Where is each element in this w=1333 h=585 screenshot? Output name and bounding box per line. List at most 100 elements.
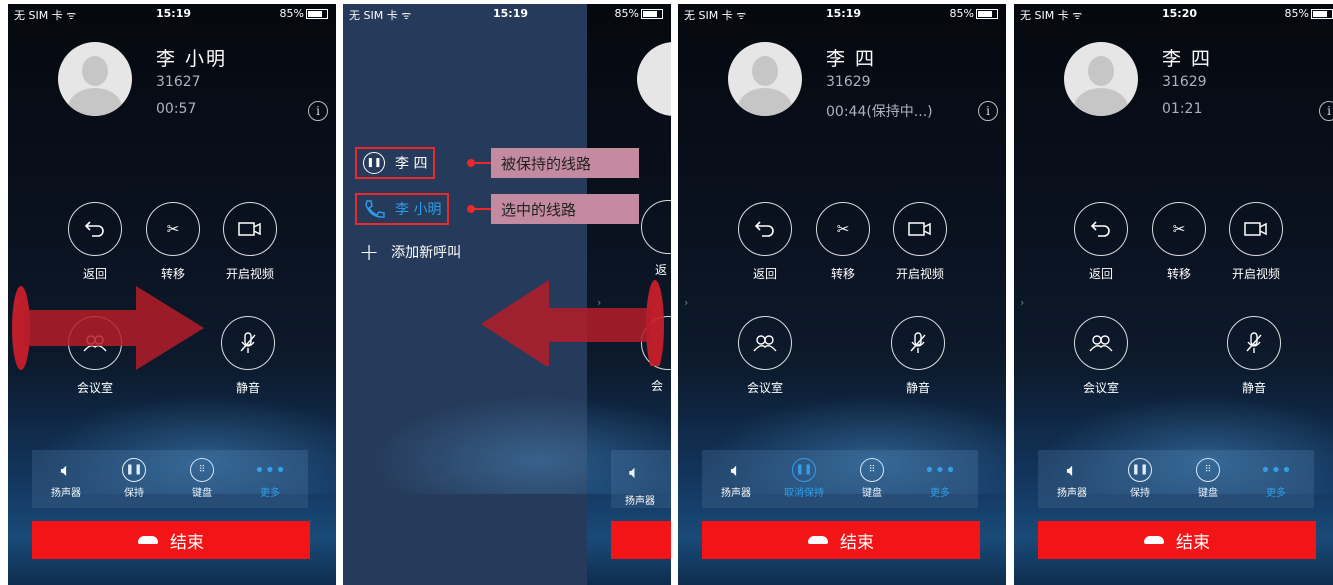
callout-connector: [467, 159, 491, 167]
caller-number: 31629: [1162, 74, 1207, 90]
status-bar: 无 SIM 卡 ᯤ 15:20 85%: [1014, 4, 1333, 24]
keypad-button[interactable]: ⠿ 键盘: [1178, 456, 1238, 499]
video-button[interactable]: 开启视频: [1216, 202, 1296, 282]
video-label: 开启视频: [1231, 267, 1280, 281]
keypad-button[interactable]: ⠿ 键盘: [172, 456, 232, 499]
back-button[interactable]: 返回: [55, 202, 135, 282]
transfer-button[interactable]: ✂ 转移: [1139, 202, 1219, 282]
info-icon[interactable]: i: [308, 101, 328, 121]
more-button[interactable]: ••• 更多: [910, 456, 970, 500]
status-bar: 无 SIM 卡 ᯤ 15:19 85%: [343, 4, 671, 24]
conference-label: 会议室: [76, 381, 113, 395]
line-item-held[interactable]: ❚❚ 李 四: [355, 147, 436, 179]
keypad-button[interactable]: ⠿ 键盘: [842, 456, 902, 499]
conference-icon: [738, 316, 792, 370]
status-bar: 无 SIM 卡 ᯤ 15:19 85%: [8, 4, 336, 24]
mute-button[interactable]: 静音: [1214, 316, 1294, 396]
transfer-label: 转移: [830, 267, 855, 281]
mute-button[interactable]: 静音: [208, 316, 288, 396]
transfer-label: 转移: [1166, 267, 1191, 281]
call-screen-1: 无 SIM 卡 ᯤ 15:19 85% 李 小明 31627 00:57 i 返…: [8, 4, 336, 585]
more-label: 更多: [1266, 488, 1286, 499]
speaker-button[interactable]: 🔈︎ 扬声器: [706, 456, 766, 500]
mic-off-icon: [891, 316, 945, 370]
line-name: 李 四: [395, 156, 428, 172]
unhold-button[interactable]: ❚❚ 取消保持: [774, 456, 834, 499]
end-call-button[interactable]: 结束: [702, 521, 980, 559]
line-name: 李 小明: [395, 202, 442, 218]
mic-off-icon: [221, 316, 275, 370]
back-button[interactable]: 返回: [1061, 202, 1141, 282]
avatar: [728, 42, 802, 116]
end-call-button[interactable]: 结束: [32, 521, 310, 559]
pause-icon: ❚❚: [774, 456, 834, 484]
speaker-icon: 🔈︎: [1066, 459, 1078, 481]
carrier-label: 无 SIM 卡 ᯤ: [1020, 9, 1083, 22]
info-icon[interactable]: i: [978, 101, 998, 121]
conference-label: 会议室: [746, 381, 783, 395]
call-duration: 01:21: [1162, 101, 1203, 117]
transfer-button[interactable]: ✂ 转移: [803, 202, 883, 282]
end-call-label: 结束: [840, 532, 874, 553]
line-list-screen: 返 会 🔈︎ 扬声器 › 无 SIM 卡 ᯤ 15:19 85% ❚❚ 李 四 …: [343, 4, 671, 585]
video-button[interactable]: 开启视频: [880, 202, 960, 282]
more-button[interactable]: ••• 更多: [240, 456, 300, 500]
mic-off-icon: [1227, 316, 1281, 370]
unhold-label: 取消保持: [784, 488, 824, 499]
mute-button[interactable]: 静音: [878, 316, 958, 396]
battery-level: 85%: [614, 7, 639, 20]
conference-button[interactable]: 会议室: [725, 316, 805, 396]
keypad-icon: ⠿: [842, 456, 902, 484]
hangup-icon: [138, 536, 158, 544]
more-dots-icon: •••: [924, 459, 956, 481]
more-label: 更多: [930, 488, 950, 499]
status-time: 15:20: [1162, 7, 1198, 20]
end-call-label: 结束: [1176, 532, 1210, 553]
keypad-label: 键盘: [1198, 488, 1218, 499]
hold-button[interactable]: ❚❚ 保持: [104, 456, 164, 499]
back-button[interactable]: 返回: [725, 202, 805, 282]
end-call-button[interactable]: 结束: [1038, 521, 1316, 559]
carrier-label: 无 SIM 卡 ᯤ: [684, 9, 747, 22]
more-dots-icon: •••: [254, 459, 286, 481]
caller-number: 31629: [826, 74, 871, 90]
keypad-label: 键盘: [192, 488, 212, 499]
back-label: 返回: [1088, 267, 1113, 281]
battery-indicator: 85%: [950, 7, 998, 20]
hold-label: 保持: [124, 488, 144, 499]
caller-name: 李 四: [826, 48, 877, 70]
add-call-button[interactable]: + 添加新呼叫: [359, 238, 461, 266]
back-button[interactable]: [641, 200, 671, 254]
video-camera-icon: [893, 202, 947, 256]
caller-number: 31627: [156, 74, 201, 90]
battery-indicator: 85%: [1285, 7, 1333, 20]
end-call-button[interactable]: [611, 521, 671, 559]
line-item-selected[interactable]: 李 小明: [355, 193, 450, 225]
keypad-label: 键盘: [862, 488, 882, 499]
call-toolbar: 🔈︎ 扬声器 ❚❚ 保持 ⠿ 键盘 ••• 更多: [32, 450, 308, 508]
plus-icon: +: [359, 238, 380, 266]
video-button[interactable]: 开启视频: [210, 202, 290, 282]
hold-button[interactable]: ❚❚ 保持: [1110, 456, 1170, 499]
pause-icon: ❚❚: [363, 152, 385, 174]
battery-level: 85%: [1284, 7, 1309, 20]
caller-name: 李 四: [1162, 48, 1213, 70]
speaker-button[interactable]: 🔈︎ 扬声器: [1042, 456, 1102, 500]
transfer-button[interactable]: ✂ 转移: [133, 202, 213, 282]
speaker-button[interactable]: 🔈︎ 扬声器: [36, 456, 96, 500]
battery-indicator: 85%: [615, 7, 663, 20]
speaker-label: 扬声器: [625, 496, 655, 507]
video-camera-icon: [1229, 202, 1283, 256]
call-screen-held: 无 SIM 卡 ᯤ 15:19 85% 李 四 31629 00:44(保持中.…: [678, 4, 1006, 585]
info-icon[interactable]: i: [1319, 101, 1333, 121]
carrier-label: 无 SIM 卡 ᯤ: [349, 9, 412, 22]
more-button[interactable]: ••• 更多: [1246, 456, 1306, 500]
status-time: 15:19: [826, 7, 862, 20]
conference-button[interactable]: 会议室: [1061, 316, 1141, 396]
end-call-label: 结束: [170, 532, 204, 553]
video-camera-icon: [223, 202, 277, 256]
more-label: 更多: [260, 488, 280, 499]
battery-level: 85%: [279, 7, 304, 20]
highlight-box: ❚❚ 李 四: [355, 147, 436, 179]
carrier-label: 无 SIM 卡 ᯤ: [14, 9, 77, 22]
